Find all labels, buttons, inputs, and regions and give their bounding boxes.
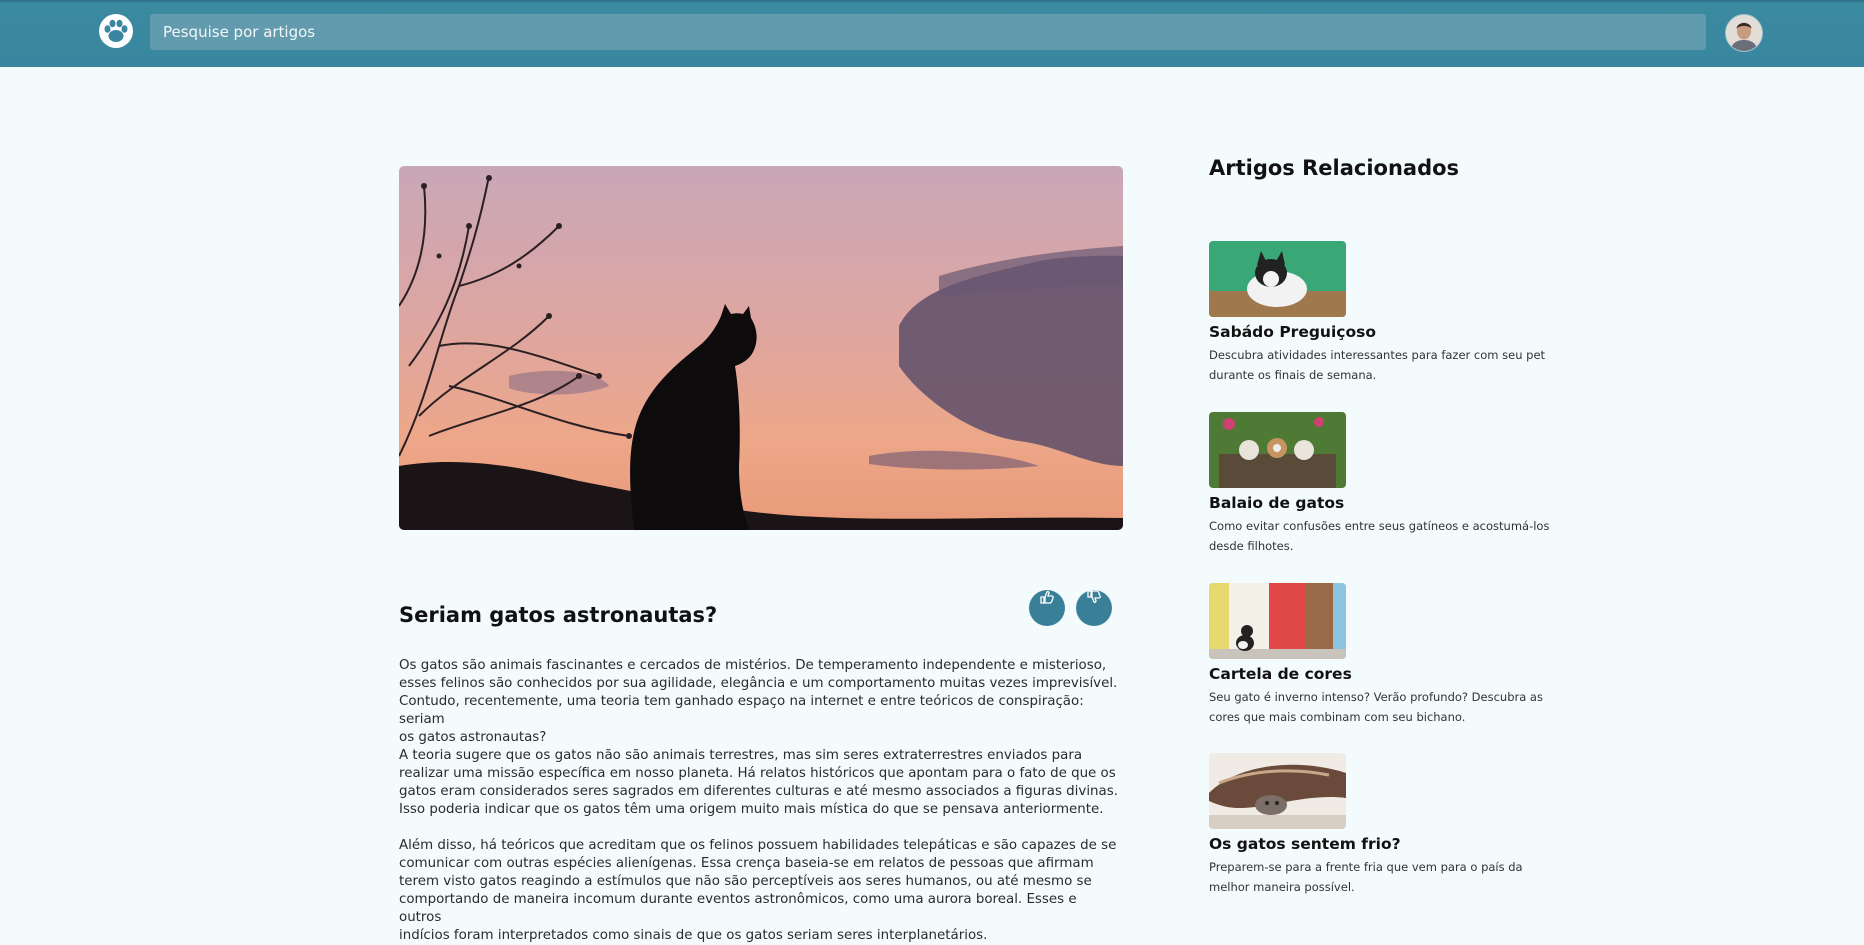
- related-article-card[interactable]: Balaio de gatos Como evitar confusões en…: [1209, 412, 1569, 556]
- thumbs-down-icon: [1087, 590, 1101, 604]
- related-article-title[interactable]: Os gatos sentem frio?: [1209, 835, 1569, 853]
- related-article-title[interactable]: Balaio de gatos: [1209, 494, 1569, 512]
- related-article-description: Preparem-se para a frente fria que vem p…: [1209, 860, 1523, 894]
- top-bar: [0, 0, 1864, 67]
- related-article-description: Descubra atividades interessantes para f…: [1209, 348, 1546, 382]
- related-articles-heading: Artigos Relacionados: [1209, 156, 1460, 180]
- user-avatar[interactable]: [1725, 14, 1763, 52]
- search-input[interactable]: [150, 14, 1706, 50]
- hero-image: [399, 166, 1123, 530]
- related-article-title[interactable]: Cartela de cores: [1209, 665, 1569, 683]
- dislike-button[interactable]: [1076, 590, 1112, 626]
- article-thumbnail[interactable]: [1209, 753, 1346, 829]
- related-article-card[interactable]: Sabádo Preguiçoso Descubra atividades in…: [1209, 241, 1569, 385]
- article-thumbnail[interactable]: [1209, 241, 1346, 317]
- article-thumbnail[interactable]: [1209, 412, 1346, 488]
- related-article-card[interactable]: Os gatos sentem frio? Preparem-se para a…: [1209, 753, 1569, 897]
- article-paragraph: Além disso, há teóricos que acreditam qu…: [399, 838, 1117, 943]
- related-article-title[interactable]: Sabádo Preguiçoso: [1209, 323, 1569, 341]
- article-body: Os gatos são animais fascinantes e cerca…: [399, 657, 1123, 945]
- paw-icon[interactable]: [99, 14, 133, 48]
- article-title: Seriam gatos astronautas?: [399, 603, 718, 627]
- like-button[interactable]: [1029, 590, 1065, 626]
- article-thumbnail[interactable]: [1209, 583, 1346, 659]
- related-article-card[interactable]: Cartela de cores Seu gato é inverno inte…: [1209, 583, 1569, 727]
- related-article-description: Seu gato é inverno intenso? Verão profun…: [1209, 690, 1543, 724]
- article-paragraph: Os gatos são animais fascinantes e cerca…: [399, 658, 1118, 817]
- related-article-description: Como evitar confusões entre seus gatíneo…: [1209, 519, 1550, 553]
- thumbs-up-icon: [1040, 590, 1054, 604]
